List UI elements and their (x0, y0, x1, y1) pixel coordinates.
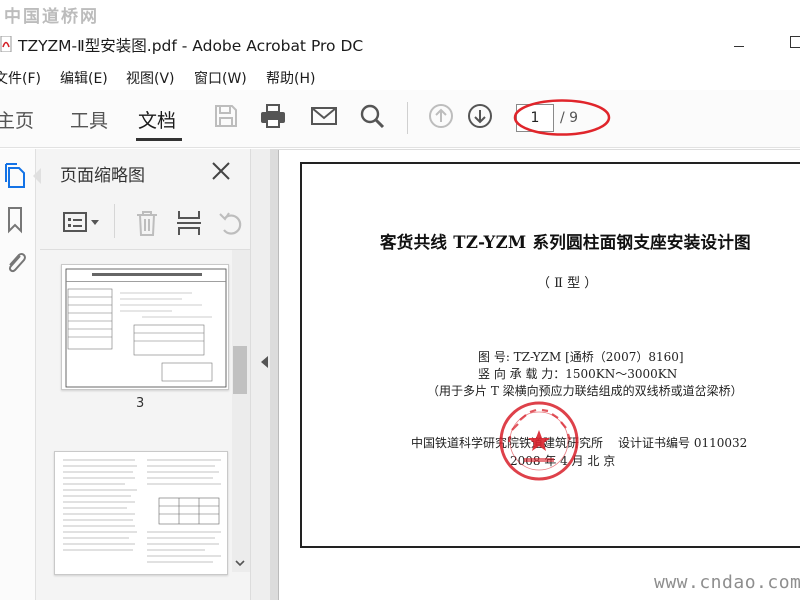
search-icon[interactable] (358, 102, 386, 130)
tab-tools[interactable]: 工具 (70, 106, 108, 133)
tab-home[interactable]: 主页 (0, 106, 34, 133)
title-bar: 中国道桥网 TZYZM-Ⅱ型安装图.pdf - Adobe Acrobat Pr… (0, 0, 800, 62)
print-icon[interactable] (259, 102, 287, 130)
thumbnail-4-preview (63, 459, 221, 563)
load-capacity: 竖 向 承 载 力：1500KN～3000KN (478, 367, 678, 381)
delete-icon[interactable] (132, 208, 162, 238)
toolbar-divider (407, 102, 408, 134)
thumbnail-toolbar-divider (114, 204, 115, 238)
usage-note: （用于多片 T 梁横向预应力联结组成的双线桥或道岔梁桥） (427, 384, 743, 398)
document-subtitle: （ Ⅱ 型 ） (537, 276, 598, 291)
menu-help[interactable]: 帮助(H) (266, 68, 315, 88)
pane-pointer (33, 168, 41, 184)
email-icon[interactable] (310, 102, 338, 130)
pane-splitter[interactable] (250, 149, 270, 600)
menu-edit[interactable]: 编辑(E) (60, 68, 108, 88)
thumbnail-3-preview (65, 268, 227, 388)
tab-document[interactable]: 文档 (138, 106, 176, 133)
bookmark-icon[interactable] (2, 204, 30, 234)
maximize-button[interactable] (790, 36, 800, 48)
thumbnail-scrollbar-thumb[interactable] (233, 346, 247, 394)
page-up-icon[interactable] (427, 102, 455, 130)
menu-bar: 文件(F) 编辑(E) 视图(V) 窗口(W) 帮助(H) (0, 64, 800, 90)
thumbnail-toolbar (40, 198, 260, 250)
save-icon[interactable] (212, 102, 240, 130)
menu-window[interactable]: 窗口(W) (194, 68, 247, 88)
watermark-bottom: www.cndao.com (654, 572, 800, 593)
pane-title: 页面缩略图 (60, 166, 145, 186)
close-icon[interactable] (210, 160, 232, 182)
pdf-file-icon (0, 36, 12, 52)
window-title: TZYZM-Ⅱ型安装图.pdf - Adobe Acrobat Pro DC (18, 37, 364, 55)
thumbnail-page-number: 3 (136, 396, 145, 411)
page-down-icon[interactable] (466, 102, 494, 130)
drawing-number: 图 号: TZ-YZM [通桥（2007）8160] (478, 350, 684, 364)
extract-page-icon[interactable] (174, 208, 204, 238)
main-toolbar: 主页 工具 文档 (0, 90, 800, 148)
document-title: 客货共线 TZ-YZM 系列圆柱面钢支座安装设计图 (380, 233, 751, 252)
options-menu-icon[interactable] (62, 208, 102, 238)
thumbnail-scrollbar[interactable] (232, 250, 250, 572)
scroll-down-icon[interactable] (233, 556, 247, 570)
attachment-icon[interactable] (2, 248, 30, 278)
certificate-number: 设计证书编号 0110032 (618, 436, 748, 450)
menu-view[interactable]: 视图(V) (126, 68, 175, 88)
watermark-top: 中国道桥网 (4, 7, 99, 27)
acrobat-window: 中国道桥网 TZYZM-Ⅱ型安装图.pdf - Adobe Acrobat Pr… (0, 0, 800, 600)
annotation-ellipse (513, 99, 611, 136)
collapse-pane-icon[interactable] (261, 356, 268, 368)
menu-file[interactable]: 文件(F) (0, 68, 41, 88)
minimize-button[interactable] (734, 46, 744, 47)
page-thumbnails-icon[interactable] (2, 160, 30, 190)
page-thumbnail-3[interactable] (61, 264, 229, 390)
rotate-icon[interactable] (216, 208, 246, 238)
page-thumbnail-4[interactable] (54, 451, 228, 575)
official-seal (499, 401, 579, 481)
active-tab-indicator (136, 138, 182, 141)
